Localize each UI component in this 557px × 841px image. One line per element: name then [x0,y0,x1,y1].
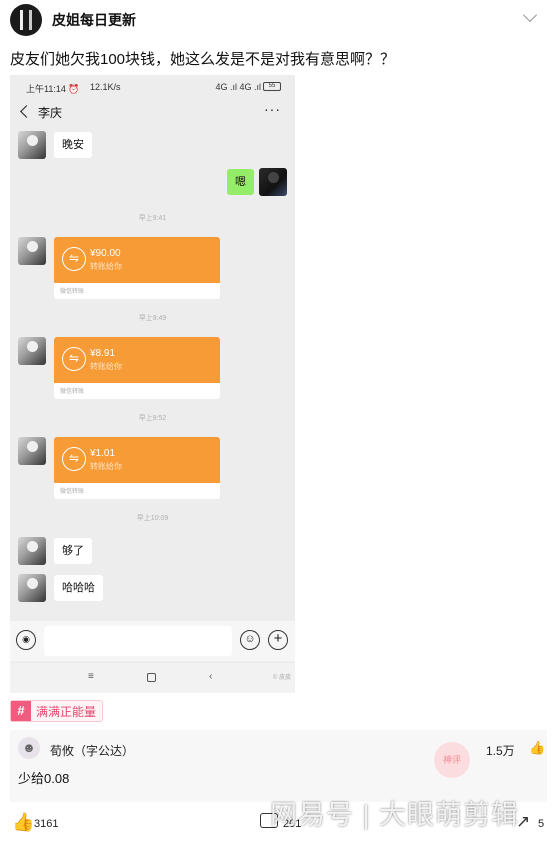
chat-title-bar: 李庆 ··· [10,99,295,127]
avatar-art [20,10,32,30]
transfer-card: ⇋ ¥90.00 转账给你 微信转账 [54,237,220,299]
transfer-footer: 微信转账 [60,289,85,295]
topic-tag-label: 满满正能量 [36,704,97,719]
transfer-subtitle: 转账给你 [90,462,122,471]
topic-tag[interactable]: # 满满正能量 [10,700,104,722]
hashtag-icon: # [11,701,31,721]
commenter-avatar[interactable]: ☻ [18,737,40,759]
contact-avatar [18,131,46,159]
comment-text: 少给0.08 [18,771,70,786]
chat-input-bar: ◉ ☺ + [10,621,295,661]
comment-like-count: 1.5万 [486,744,515,758]
timestamp: 早上10:09 [136,515,169,522]
transfer-subtitle: 转账给你 [90,262,122,271]
back-arrow-icon [20,105,33,118]
more-dots-icon: ··· [264,101,281,117]
self-avatar [259,168,287,196]
contact-avatar [18,237,46,265]
android-nav-bar: ≡ ‹ © 皮皮 [10,663,295,693]
contact-avatar [18,574,46,602]
top-comment[interactable]: ☻ 荀攸（字公达） 神评 1.5万 👍 少给0.08 [10,730,547,802]
message-bubble: 够了 [54,538,92,564]
message-input [44,626,232,656]
transfer-subtitle: 转账给你 [90,362,122,371]
like-count: 3161 [34,818,59,830]
author-name[interactable]: 皮姐每日更新 [52,10,136,30]
transfer-icon: ⇋ [62,447,86,471]
timestamp: 早上9:52 [138,415,167,422]
message-bubble: 晚安 [54,132,92,158]
post-header: 皮姐每日更新 [0,0,557,40]
transfer-card: ⇋ ¥1.01 转账给你 微信转账 [54,437,220,499]
transfer-icon: ⇋ [62,347,86,371]
chat-screenshot: 上午11:14 ⏰ 12.1K/s 4G .ıl 4G .ıl 55 李庆 ··… [10,75,295,693]
source-watermark: 网易号 | 大眼萌剪辑 [270,800,520,830]
transfer-amount: ¥90.00 [90,248,121,259]
transfer-amount: ¥1.01 [90,448,116,459]
chevron-down-icon[interactable] [522,7,538,23]
contact-name: 李庆 [38,106,63,120]
contact-avatar [18,337,46,365]
timestamp: 早上9:41 [138,215,167,222]
transfer-icon: ⇋ [62,247,86,271]
back-icon: ‹ [209,671,213,682]
status-time: 上午11:14 ⏰ [26,84,80,94]
god-comment-seal: 神评 [434,742,470,778]
transfer-footer: 微信转账 [60,389,85,395]
transfer-amount: ¥8.91 [90,348,116,359]
share-count: 5 [538,818,545,830]
contact-avatar [18,537,46,565]
thumbs-up-icon[interactable]: 👍 [12,812,34,833]
timestamp: 早上9:49 [138,315,167,322]
message-bubble: 哈哈哈 [54,575,103,601]
battery-icon: 55 [263,82,281,91]
transfer-card: ⇋ ¥8.91 转账给你 微信转账 [54,337,220,399]
status-speed: 12.1K/s [90,82,121,92]
author-avatar[interactable] [10,4,42,36]
emoji-icon: ☺ [240,630,260,650]
post-title: 皮友们她欠我100块钱，她这么发是不是对我有意思啊？？ [10,51,396,68]
plus-icon: + [268,630,288,650]
commenter-name[interactable]: 荀攸（字公达） [50,742,134,759]
home-icon [147,673,156,682]
message-bubble-self: 嗯 [227,169,254,195]
status-network: 4G .ıl 4G .ıl [215,82,261,92]
thumbs-up-icon[interactable]: 👍 [529,740,545,756]
voice-icon: ◉ [16,630,36,650]
screenshot-watermark: © 皮皮 [272,675,291,681]
status-bar: 上午11:14 ⏰ 12.1K/s 4G .ıl 4G .ıl 55 [10,75,295,97]
transfer-footer: 微信转账 [60,489,85,495]
contact-avatar [18,437,46,465]
menu-icon: ≡ [88,671,94,682]
